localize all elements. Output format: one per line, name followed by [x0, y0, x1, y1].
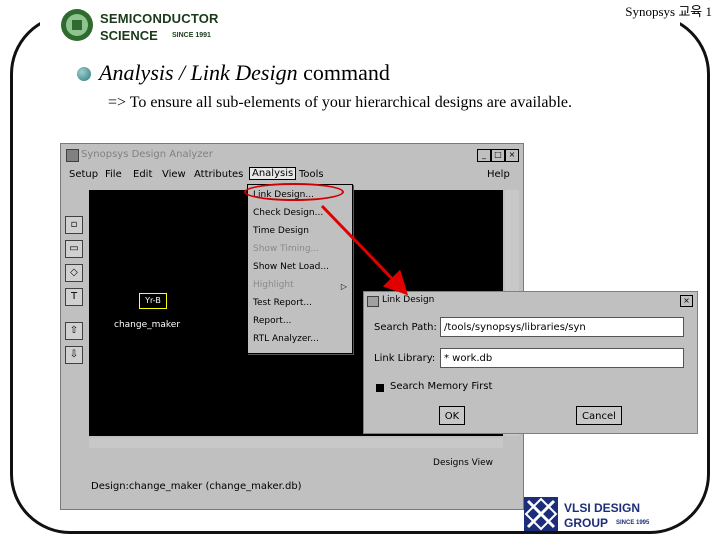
horizontal-scrollbar[interactable]: [89, 438, 503, 448]
app-icon: [66, 149, 79, 162]
design-status: Design:change_maker (change_maker.db): [91, 481, 302, 492]
design-block[interactable]: Yr-B: [139, 293, 167, 309]
link-design-highlight-oval: [244, 183, 344, 201]
menu-file[interactable]: File: [105, 169, 122, 180]
menu-tools[interactable]: Tools: [299, 169, 324, 180]
submenu-arrow-icon: ▷: [340, 282, 347, 291]
tool-schematic-icon[interactable]: ◇: [65, 264, 83, 282]
tool-up-icon[interactable]: ⇧: [65, 322, 83, 340]
vlsi-since: SINCE 1995: [616, 520, 650, 526]
vlsi-line1: VLSI DESIGN: [564, 501, 641, 515]
menu-item-check-design[interactable]: Check Design...: [253, 208, 323, 218]
menu-item-test-report[interactable]: Test Report...: [253, 298, 312, 308]
menu-item-show-timing[interactable]: Show Timing...: [253, 244, 319, 254]
menu-item-show-net-load[interactable]: Show Net Load...: [253, 262, 329, 272]
menu-item-highlight[interactable]: Highlight: [253, 280, 294, 290]
menu-setup[interactable]: Setup: [69, 169, 98, 180]
bullet-icon: [77, 67, 91, 81]
menu-item-report[interactable]: Report...: [253, 316, 291, 326]
tool-text-icon[interactable]: T: [65, 288, 83, 306]
slide-heading: Analysis / Link Design command: [99, 60, 390, 86]
link-design-dialog: Link Design × Search Path: /tools/synops…: [363, 291, 698, 434]
minimize-button[interactable]: _: [477, 149, 491, 162]
design-block-caption: change_maker: [114, 320, 181, 330]
vlsi-line2: GROUP: [564, 516, 609, 530]
dialog-title: Link Design: [382, 295, 435, 305]
dialog-icon: [367, 296, 379, 307]
search-memory-label: Search Memory First: [390, 381, 493, 392]
menu-analysis[interactable]: Analysis: [249, 167, 297, 180]
vlsi-design-group-logo: VLSI DESIGN GROUP SINCE 1995: [524, 497, 664, 533]
tool-hierarchy-icon[interactable]: ▫: [65, 216, 83, 234]
close-button[interactable]: ×: [505, 149, 519, 162]
heading-suffix: command: [297, 60, 390, 85]
link-library-input[interactable]: * work.db: [440, 348, 684, 368]
vlsi-emblem-icon: [524, 497, 558, 531]
search-path-label: Search Path:: [374, 322, 437, 333]
search-memory-checkbox[interactable]: [376, 384, 384, 392]
dialog-close-button[interactable]: ×: [680, 295, 693, 307]
ok-button[interactable]: OK: [439, 406, 465, 425]
menu-item-rtl-analyzer[interactable]: RTL Analyzer...: [253, 334, 319, 344]
cancel-button[interactable]: Cancel: [576, 406, 622, 425]
menu-item-time-design[interactable]: Time Design: [253, 226, 309, 236]
view-status: Designs View: [433, 458, 493, 468]
menubar: Setup File Edit View Attributes Analysis…: [63, 166, 521, 184]
slide-subline: => To ensure all sub-elements of your hi…: [108, 94, 573, 111]
logo-emblem-icon: [61, 9, 93, 41]
semiconductor-science-logo: SEMICONDUCTOR SCIENCE SINCE 1991: [60, 6, 220, 46]
menu-view[interactable]: View: [162, 169, 186, 180]
logo-line2: SCIENCE: [100, 28, 158, 43]
menu-edit[interactable]: Edit: [133, 169, 152, 180]
heading-command: Analysis / Link Design: [99, 60, 298, 85]
link-library-label: Link Library:: [374, 353, 436, 364]
search-path-input[interactable]: /tools/synopsys/libraries/syn: [440, 317, 684, 337]
window-titlebar: Synopsys Design Analyzer _ □ ×: [63, 146, 521, 164]
menu-help[interactable]: Help: [487, 169, 510, 180]
logo-line1: SEMICONDUCTOR: [100, 11, 219, 26]
tool-symbol-icon[interactable]: ▭: [65, 240, 83, 258]
header-course-label: Synopsys 교육 1: [625, 4, 712, 19]
tool-down-icon[interactable]: ⇩: [65, 346, 83, 364]
logo-since: SINCE 1991: [172, 32, 211, 39]
maximize-button[interactable]: □: [491, 149, 505, 162]
analysis-dropdown-menu: Link Design... Check Design... Time Desi…: [247, 184, 353, 354]
menu-attributes[interactable]: Attributes: [194, 169, 243, 180]
window-title: Synopsys Design Analyzer: [81, 149, 213, 160]
